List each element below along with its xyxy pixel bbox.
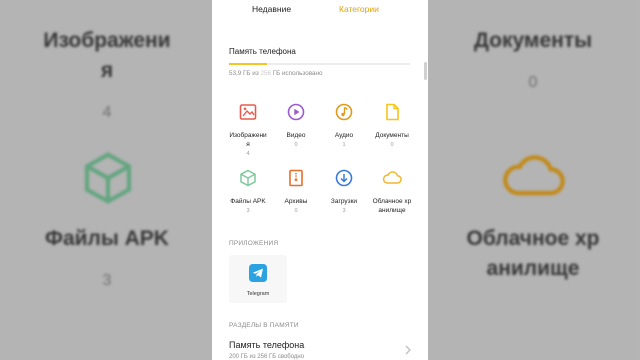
cloud-icon xyxy=(382,171,402,184)
storage-usage-suffix: ГБ использовано xyxy=(272,70,323,77)
bg-cloud-tile: Облачное хр анилище xyxy=(423,224,640,284)
category-archives-count: 0 xyxy=(294,208,298,214)
bg-apk-label: Файлы APK xyxy=(45,227,169,250)
category-documents-label: Документы xyxy=(375,132,409,139)
bg-cloud-icon xyxy=(503,155,565,196)
image-icon xyxy=(239,104,257,120)
bg-apk-icon xyxy=(84,152,132,204)
bg-documents-tile: Документы 0 xyxy=(423,26,640,98)
category-video-count: 0 xyxy=(294,142,298,148)
chevron-right-icon[interactable] xyxy=(404,345,412,355)
category-archives[interactable]: Архивы 0 xyxy=(269,168,323,214)
download-icon xyxy=(335,169,353,187)
category-cloud[interactable]: Облачное хр анилище xyxy=(365,168,419,215)
memory-item-title[interactable]: Память телефона xyxy=(229,340,304,350)
category-downloads-count: 3 xyxy=(342,208,346,214)
storage-usage-prefix: 53,9 ГБ из xyxy=(229,70,259,77)
storage-usage-text: 53,9 ГБ из 256 ГБ использовано xyxy=(229,70,322,77)
bg-documents-count: 0 xyxy=(528,74,538,91)
video-icon xyxy=(287,103,305,121)
bg-images-label-1: Изображени xyxy=(43,29,171,52)
apk-icon xyxy=(240,169,256,187)
bg-cloud-label-2: анилище xyxy=(486,257,580,280)
bg-documents-label: Документы xyxy=(473,29,593,52)
bg-images-label-2: я xyxy=(100,59,114,82)
archive-icon xyxy=(289,169,303,187)
bg-apk-count: 3 xyxy=(102,272,112,289)
bg-apk-tile: Файлы APK 3 xyxy=(0,224,217,296)
storage-usage-fill xyxy=(229,63,267,65)
tab-categories[interactable]: Категории xyxy=(339,4,379,14)
category-downloads[interactable]: Загрузки 3 xyxy=(317,168,371,214)
bg-cloud-label-1: Облачное хр xyxy=(466,227,600,250)
category-documents[interactable]: Документы 0 xyxy=(365,102,419,148)
storage-usage-bar xyxy=(229,63,410,65)
category-documents-count: 0 xyxy=(390,142,394,148)
category-video-label: Видео xyxy=(286,132,306,139)
app-telegram-label: Telegram xyxy=(246,291,270,297)
bg-images-count: 4 xyxy=(102,104,112,121)
storage-title[interactable]: Память телефона xyxy=(229,47,296,56)
category-audio-count: 1 xyxy=(342,142,346,148)
tab-bar: Недавние Категории xyxy=(212,0,428,24)
category-audio-label: Аудио xyxy=(334,132,354,139)
storage-usage-obscured: 256 xyxy=(260,70,271,77)
category-cloud-label: Облачное хр анилище xyxy=(372,198,412,214)
memory-item-subtitle: 200 ГБ из 256 ГБ свободно xyxy=(229,354,305,360)
file-manager-screen: Недавние Категории Память телефона 53,9 … xyxy=(212,0,428,360)
bg-images-tile: Изображени я 4 xyxy=(0,26,217,128)
app-telegram[interactable]: Telegram xyxy=(229,255,287,303)
category-audio[interactable]: Аудио 1 xyxy=(317,102,371,148)
tab-recent[interactable]: Недавние xyxy=(252,4,291,14)
apps-section-title: ПРИЛОЖЕНИЯ xyxy=(229,240,279,247)
document-icon xyxy=(386,103,399,121)
memory-section-title: РАЗДЕЛЫ В ПАМЯТИ xyxy=(229,322,299,329)
category-video[interactable]: Видео 0 xyxy=(269,102,323,148)
category-apk-label: Файлы APK xyxy=(230,198,266,205)
category-images-label: Изображени я xyxy=(229,132,267,148)
category-archives-label: Архивы xyxy=(284,198,308,205)
category-images-count: 4 xyxy=(246,151,250,157)
category-images[interactable]: Изображени я 4 xyxy=(221,102,275,157)
category-apk[interactable]: Файлы APK 3 xyxy=(221,168,275,214)
category-downloads-label: Загрузки xyxy=(330,198,358,205)
scrollbar[interactable] xyxy=(424,62,427,80)
category-apk-count: 3 xyxy=(246,208,250,214)
telegram-icon xyxy=(249,264,267,282)
audio-icon xyxy=(335,103,353,121)
